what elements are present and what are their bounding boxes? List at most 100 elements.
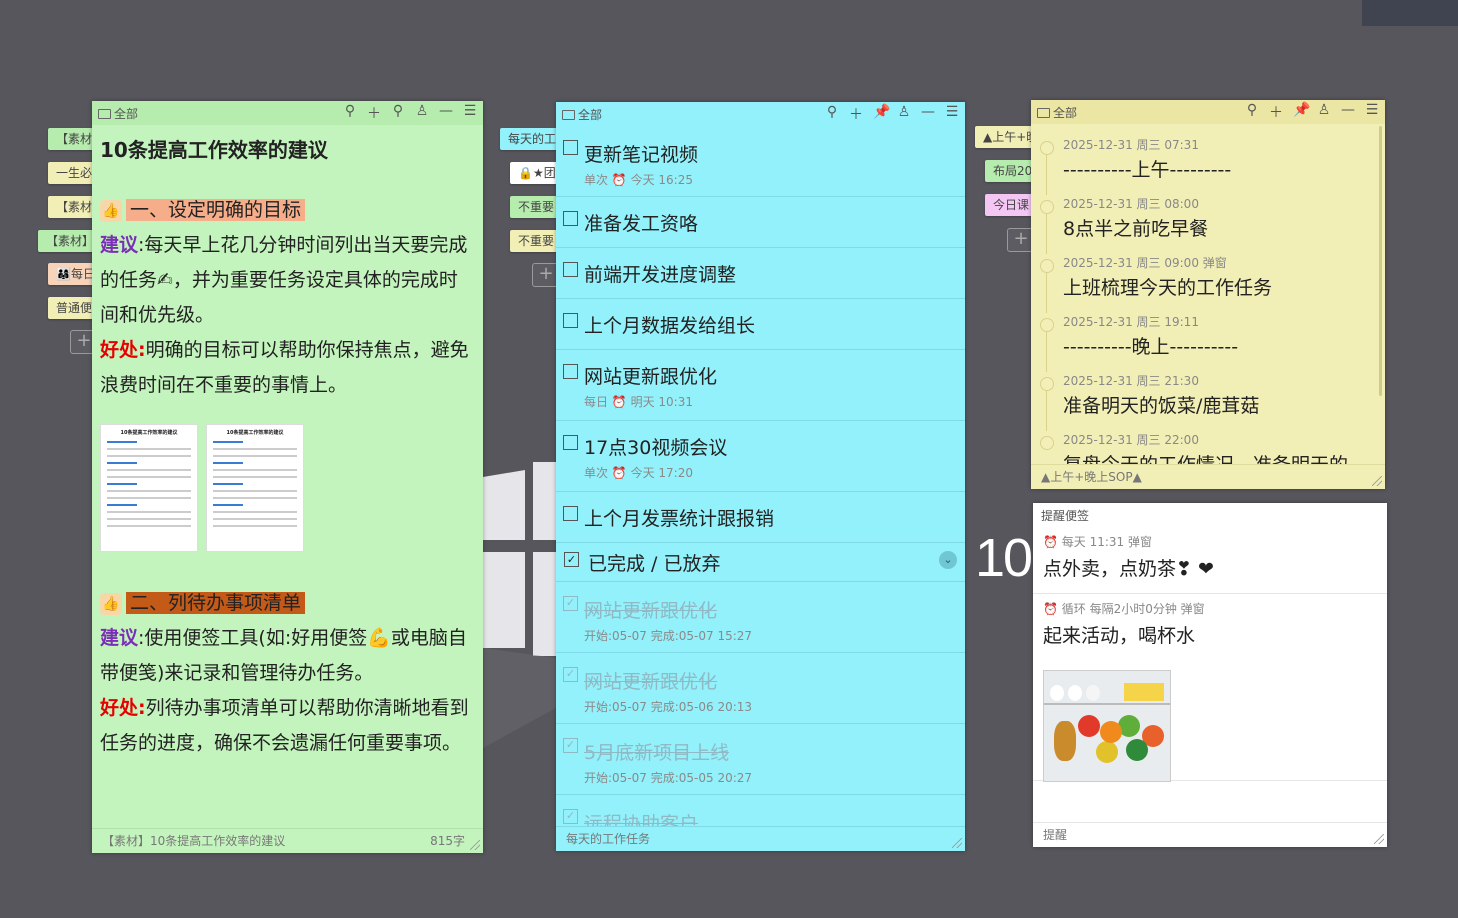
checkbox[interactable] [563,364,578,379]
note-title: 10条提高工作效率的建议 [100,138,328,162]
note-header: 全部 ⚲ ＋ 📌 ♙ — ☰ [1031,100,1385,124]
checkbox[interactable]: ✓ [563,809,578,824]
search-icon[interactable]: ⚲ [343,103,357,123]
plus-icon[interactable]: ＋ [1269,102,1283,122]
done-item[interactable]: ✓ 5月底新项目上线 开始:05-07 完成:05-05 20:27 [556,724,965,795]
reminder-item[interactable]: ⏰ 每天 11:31 弹窗 点外卖，点奶茶❣ ❤ [1033,527,1387,594]
todo-item[interactable]: 更新笔记视频 单次 ⏰ 今天 16:25 [556,126,965,197]
doc-thumbnail[interactable]: 10条提高工作效率的建议 [100,424,198,552]
todo-item[interactable]: 17点30视频会议 单次 ⏰ 今天 17:20 [556,421,965,492]
resize-grip[interactable] [1372,476,1382,486]
chevron-down-icon[interactable]: ⌄ [939,551,957,569]
heading-1: 👍 一、设定明确的目标 [100,193,475,228]
done-section-header[interactable]: ✓ 已完成 / 已放弃 ⌄ [556,543,965,582]
timeline-item[interactable]: 2025-12-31 周三 07:31 ----------上午--------… [1031,136,1385,195]
done-item[interactable]: ✓ 网站更新跟优化 开始:05-07 完成:05-07 15:27 [556,582,965,653]
plus-icon[interactable]: ＋ [849,104,863,124]
windows-logo-top-right [533,462,556,540]
side-tab[interactable]: 🔒★团 [510,162,556,184]
side-tab[interactable]: 每天的工 [500,128,556,150]
checked-box-icon: ✓ [564,552,579,567]
paragraph: 建议:使用便签工具(如:好用便签💪或电脑自带便笺)来记录和管理待办任务。 [100,627,467,684]
footer-title: 提醒 [1043,828,1068,842]
checkbox[interactable] [563,506,578,521]
checkbox[interactable] [563,262,578,277]
side-tab[interactable]: 布局20 [985,160,1031,182]
menu-icon[interactable]: ☰ [945,104,959,124]
side-tab[interactable]: 【素材】 [38,230,100,252]
checkbox[interactable] [563,211,578,226]
timeline-item[interactable]: 2025-12-31 周三 19:11 ----------晚上--------… [1031,313,1385,372]
note-green[interactable]: 全部 ⚲ ＋ ⚲ ♙ — ☰ 10条提高工作效率的建议 👍 一、设定明确的目标 建… [92,101,483,853]
checkbox[interactable] [563,313,578,328]
skin-icon[interactable]: ♙ [897,104,911,124]
note-header: 全部 ⚲ ＋ ⚲ ♙ — ☰ [92,101,483,125]
reminder-item[interactable]: ⏰ 循环 每隔2小时0分钟 弹窗 起来活动，喝杯水 [1033,594,1387,782]
todo-item[interactable]: 网站更新跟优化 每日 ⏰ 明天 10:31 [556,350,965,421]
taskbar-corner [1362,0,1458,26]
todo-list: 更新笔记视频 单次 ⏰ 今天 16:25 准备发工资咯 前端开发进度调整 上个月… [556,126,965,835]
paragraph: 建议:每天早上花几分钟时间列出当天要完成的任务✍，并为重要任务设定具体的完成时间… [100,234,468,326]
side-tab[interactable]: 今日课 [985,194,1031,216]
menu-icon[interactable]: ☰ [463,103,477,123]
todo-item[interactable]: 前端开发进度调整 [556,248,965,299]
paragraph: 好处:列待办事项清单可以帮助你清晰地看到任务的进度，确保不会遗漏任何重要事项。 [100,697,469,754]
search-icon[interactable]: ⚲ [825,104,839,124]
timeline-item[interactable]: 2025-12-31 周三 09:00 弹窗 上班梳理今天的工作任务 [1031,254,1385,313]
done-item[interactable]: ✓ 网站更新跟优化 开始:05-07 完成:05-06 20:13 [556,653,965,724]
timeline-dot [1040,200,1054,214]
doc-thumbnail[interactable]: 10条提高工作效率的建议 [206,424,304,552]
folder-label[interactable]: 全部 [114,105,138,122]
skin-icon[interactable]: ♙ [415,103,429,123]
timeline-item[interactable]: 2025-12-31 周三 21:30 准备明天的饭菜/鹿茸菇 [1031,372,1385,431]
checkbox[interactable]: ✓ [563,667,578,682]
folder-label[interactable]: 全部 [1053,104,1077,121]
note-footer: 【素材】10条提高工作效率的建议 815字 [92,828,483,853]
word-count: 815字 [430,834,465,848]
side-tab[interactable]: 不重要 [510,230,556,252]
footer-title: 【素材】10条提高工作效率的建议 [102,834,286,848]
pin-icon[interactable]: 📌 [873,104,890,124]
note-yellow[interactable]: 全部 ⚲ ＋ 📌 ♙ — ☰ 2025-12-31 周三 07:31 -----… [1031,100,1385,489]
menu-icon[interactable]: ☰ [1365,102,1379,122]
todo-item[interactable]: 上个月发票统计跟报销 [556,492,965,543]
note-content[interactable]: 10条提高工作效率的建议 👍 一、设定明确的目标 建议:每天早上花几分钟时间列出当… [92,135,483,403]
desktop-clock: 10 [975,528,1033,588]
fridge-image[interactable] [1043,670,1171,782]
note-toolbar: ⚲ ＋ 📌 ♙ — ☰ [825,104,959,124]
side-tab[interactable]: 不重要 [510,196,556,218]
note-header: 提醒便签 [1033,503,1387,527]
timeline-item[interactable]: 2025-12-31 周三 08:00 8点半之前吃早餐 [1031,195,1385,254]
resize-grip[interactable] [952,838,962,848]
search-icon[interactable]: ⚲ [1245,102,1259,122]
checkbox[interactable]: ✓ [563,738,578,753]
note-header-title: 提醒便签 [1041,508,1090,523]
todo-item[interactable]: 准备发工资咯 [556,197,965,248]
timeline-dot [1040,259,1054,273]
thumbs-up-icon: 👍 [100,199,122,222]
checkbox[interactable]: ✓ [563,596,578,611]
minimize-icon[interactable]: — [1341,102,1355,122]
scrollbar[interactable] [1379,126,1382,396]
side-tab[interactable]: ▲上午+晚 [975,126,1031,148]
windows-logo-top-left [483,470,525,540]
note-cyan[interactable]: 全部 ⚲ ＋ 📌 ♙ — ☰ 更新笔记视频 单次 ⏰ 今天 16:25 准备发工… [556,102,965,851]
resize-grip[interactable] [1374,834,1384,844]
minimize-icon[interactable]: — [439,103,453,123]
todo-item[interactable]: 上个月数据发给组长 [556,299,965,350]
note-content-lower[interactable]: 👍 二、列待办事项清单 建议:使用便签工具(如:好用便签💪或电脑自带便笺)来记录和… [92,586,483,761]
thumbs-up-icon: 👍 [100,592,122,615]
heading-2: 👍 二、列待办事项清单 [100,586,475,621]
pin-icon[interactable]: 📌 [1293,102,1310,122]
folder-label[interactable]: 全部 [578,106,602,123]
footer-title: ▲上午+晚上SOP▲ [1041,470,1142,484]
plus-icon[interactable]: ＋ [367,103,381,123]
pin-icon[interactable]: ⚲ [391,103,405,123]
resize-grip[interactable] [470,840,480,850]
timeline-dot [1040,377,1054,391]
note-reminder[interactable]: 提醒便签 ⏰ 每天 11:31 弹窗 点外卖，点奶茶❣ ❤ ⏰ 循环 每隔2小时… [1033,503,1387,847]
skin-icon[interactable]: ♙ [1317,102,1331,122]
checkbox[interactable] [563,435,578,450]
checkbox[interactable] [563,140,578,155]
minimize-icon[interactable]: — [921,104,935,124]
